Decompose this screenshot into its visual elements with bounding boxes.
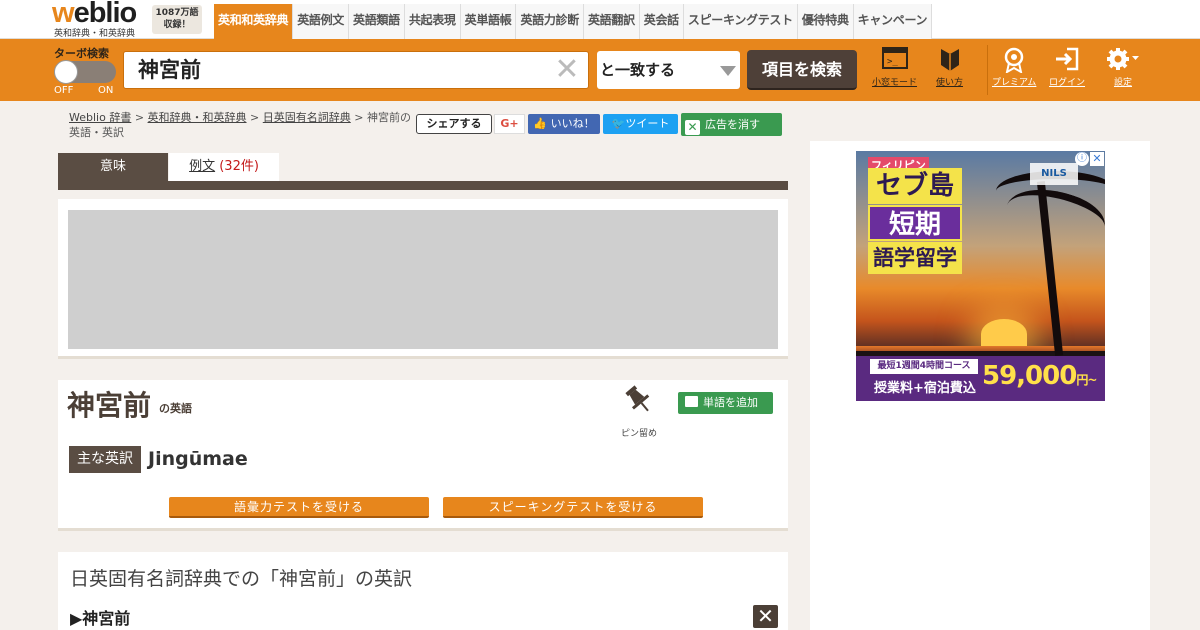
facebook-like-button[interactable]: 👍 いいね！ (528, 114, 600, 134)
nav-tab-examples[interactable]: 英語例文 (292, 4, 349, 39)
nav-tab-campaign[interactable]: キャンペーン (852, 4, 933, 39)
collapse-close-icon[interactable]: ✕ (753, 605, 778, 628)
google-plus-button[interactable]: G+ (494, 114, 525, 134)
login-icon (1049, 47, 1085, 71)
header-separator (987, 45, 988, 95)
service-nav: 英和和英辞典 英語例文 英語類語 共起表現 英単語帳 英語力診断 英語翻訳 英会… (214, 4, 933, 39)
premium-label: プレミアム (992, 78, 1037, 88)
speaking-test-button[interactable]: スピーキングテストを受ける (443, 497, 703, 518)
guide-label: 使い方 (936, 78, 964, 88)
match-mode-select[interactable]: と一致する (597, 51, 740, 89)
clear-icon[interactable]: ✕ (552, 55, 582, 86)
ad-headline-cebu: セブ島 (868, 168, 962, 204)
search-button[interactable]: 項目を検索 (747, 50, 857, 90)
dictionary-entry[interactable]: ▶神宮前 (70, 605, 130, 629)
settings-link[interactable]: 設定 (1106, 47, 1140, 88)
settings-label: 設定 (1113, 78, 1132, 88)
word-count-badge: 1087万語 収録！ (152, 5, 202, 34)
tab-examples-label: 例文 (189, 159, 216, 174)
share-button[interactable]: シェアする (416, 114, 492, 134)
nav-tab-translation[interactable]: 英語翻訳 (582, 4, 639, 39)
svg-text:>_: >_ (887, 57, 898, 67)
tab-examples[interactable]: 例文 (32件) (169, 153, 279, 181)
small-window-mode-link[interactable]: >_ 小窓モード (872, 47, 917, 88)
nav-tab-perks[interactable]: 優待特典 (796, 4, 853, 39)
ad-card (58, 199, 788, 359)
main-translation: Jingūmae (148, 448, 248, 470)
ad-placeholder[interactable] (68, 210, 778, 349)
dictionary-card: 日英固有名詞辞典での「神宮前」の英訳 ▶神宮前 ✕ (58, 552, 788, 630)
nav-tab-speaking-test[interactable]: スピーキングテスト (682, 4, 797, 39)
match-mode-value: と一致する (600, 61, 676, 79)
headword-suffix: の英語 (159, 402, 192, 415)
vocab-test-button[interactable]: 語彙力テストを受ける (169, 497, 429, 518)
close-icon: ✕ (685, 120, 700, 135)
logo-text-rest: eblio (73, 0, 138, 29)
toggle-off-label: OFF (54, 85, 74, 96)
nav-tab-collocations[interactable]: 共起表現 (403, 4, 460, 39)
turbo-search-label: ターボ検索 (54, 47, 109, 60)
thumbs-up-icon: 👍 (533, 117, 548, 130)
nav-tab-conversation[interactable]: 英会話 (638, 4, 683, 39)
nav-tab-dictionary[interactable]: 英和和英辞典 (214, 4, 293, 39)
tweet-button[interactable]: 🐦ツイート (603, 114, 678, 134)
headword: 神宮前 (67, 389, 152, 422)
login-label: ログイン (1049, 78, 1086, 88)
wordbook-icon (685, 396, 698, 407)
hide-ads-button[interactable]: ✕ 広告を消す (681, 113, 782, 136)
twitter-bird-icon: 🐦 (611, 117, 626, 130)
ad-fee-info: 授業料+宿泊費込 (874, 381, 976, 396)
ad-headline-short: 短期 (868, 205, 962, 241)
nav-tab-thesaurus[interactable]: 英語類語 (348, 4, 404, 39)
turbo-search-toggle[interactable] (54, 60, 116, 84)
sunset-sun (981, 319, 1027, 349)
breadcrumb: Weblio 辞書 > 英和辞典・和英辞典 > 日英固有名詞辞典 > 神宮前の英… (69, 111, 411, 139)
tab-underline-bar (58, 181, 788, 190)
ad-brand-logo: NILS (1030, 163, 1078, 185)
nav-tab-wordbook[interactable]: 英単語帳 (459, 4, 516, 39)
tab-meaning[interactable]: 意味 (58, 153, 168, 181)
ad-close-icon[interactable]: ✕ (1090, 152, 1104, 166)
pushpin-icon (616, 384, 662, 426)
search-band: ターボ検索 OFF ON 神宮前 ✕ と一致する 項目を検索 >_ 小窓モード … (0, 39, 1200, 101)
toggle-on-label: ON (98, 85, 114, 96)
pin-label: ピン留め (620, 429, 657, 439)
dropdown-caret-icon (720, 66, 736, 76)
small-window-mode-label: 小窓モード (872, 78, 918, 88)
ad-course-info: 最短1週間4時間コース (870, 359, 978, 374)
content-tabs: 意味 例文 (32件) (58, 153, 788, 190)
add-word-button[interactable]: 単語を追加 (678, 392, 773, 414)
nav-tab-level-test[interactable]: 英語力診断 (515, 4, 583, 39)
breadcrumb-item-proper-nouns[interactable]: 日英固有名詞辞典 (263, 111, 351, 124)
top-bar: weblio 英和辞典・和英辞典 1087万語 収録！ 英和和英辞典 英語例文 … (0, 0, 1200, 39)
ad-price: 59,000円~ (982, 361, 1097, 391)
premium-link[interactable]: プレミアム (992, 47, 1036, 88)
search-input[interactable]: 神宮前 (123, 51, 589, 89)
login-link[interactable]: ログイン (1049, 47, 1085, 88)
breadcrumb-item-dictionary[interactable]: 英和辞典・和英辞典 (148, 111, 247, 124)
premium-icon (992, 47, 1036, 74)
dictionary-title: 日英固有名詞辞典での「神宮前」の英訳 (70, 568, 413, 590)
small-window-mode-icon: >_ (872, 47, 917, 71)
entry-card: 神宮前 の英語 ピン留め 単語を追加 主な英訳 Jingūmae 語彙力テストを… (58, 380, 788, 531)
pin-button[interactable]: ピン留め (616, 384, 662, 439)
logo-subtitle: 英和辞典・和英辞典 (54, 29, 136, 39)
guide-link[interactable]: 使い方 (936, 47, 963, 88)
ad-price-strip: 最短1週間4時間コース 授業料+宿泊費込 59,000円~ (856, 356, 1105, 401)
cebu-study-abroad-ad[interactable]: フィリピン セブ島 短期 語学留学 NILS ⓘ ✕ 最短1週間4時間コース 授… (856, 151, 1105, 401)
weblio-logo[interactable]: weblio 英和辞典・和英辞典 (52, 0, 148, 39)
breadcrumb-item-weblio[interactable]: Weblio 辞書 (69, 111, 131, 124)
settings-icon (1106, 47, 1140, 71)
toggle-knob (54, 60, 78, 84)
ad-info-icon[interactable]: ⓘ (1075, 152, 1089, 166)
ad-headline-study: 語学留学 (868, 242, 962, 274)
tab-examples-count: (32件) (219, 159, 259, 174)
beginner-guide-icon (936, 47, 963, 71)
main-translation-label: 主な英訳 (69, 446, 141, 473)
